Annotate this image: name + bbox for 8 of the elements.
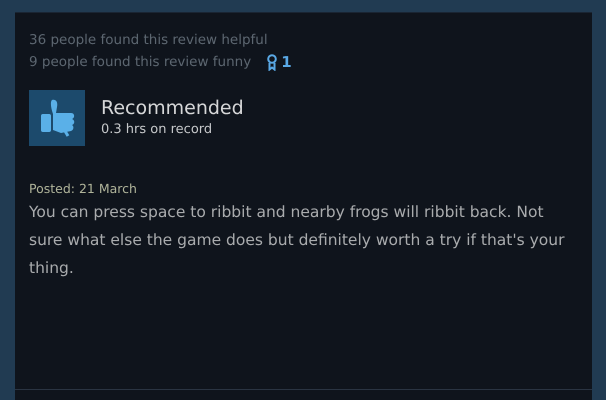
posted-date: Posted: 21 March xyxy=(29,180,138,198)
award-icon xyxy=(267,54,278,71)
helpful-count: 36 people found this review helpful xyxy=(29,31,269,50)
award-count: 1 xyxy=(281,52,292,73)
review-text: You can press space to ribbit and nearby frogs will ribbit back. Not sure what else the game does but definitely worth a try if that's your thing. xyxy=(29,202,566,280)
funny-count: 9 people found this review funny xyxy=(29,53,252,72)
playtime: 0.3 hrs on record xyxy=(101,120,214,139)
recommendation-title[interactable]: Recommended xyxy=(101,96,244,120)
